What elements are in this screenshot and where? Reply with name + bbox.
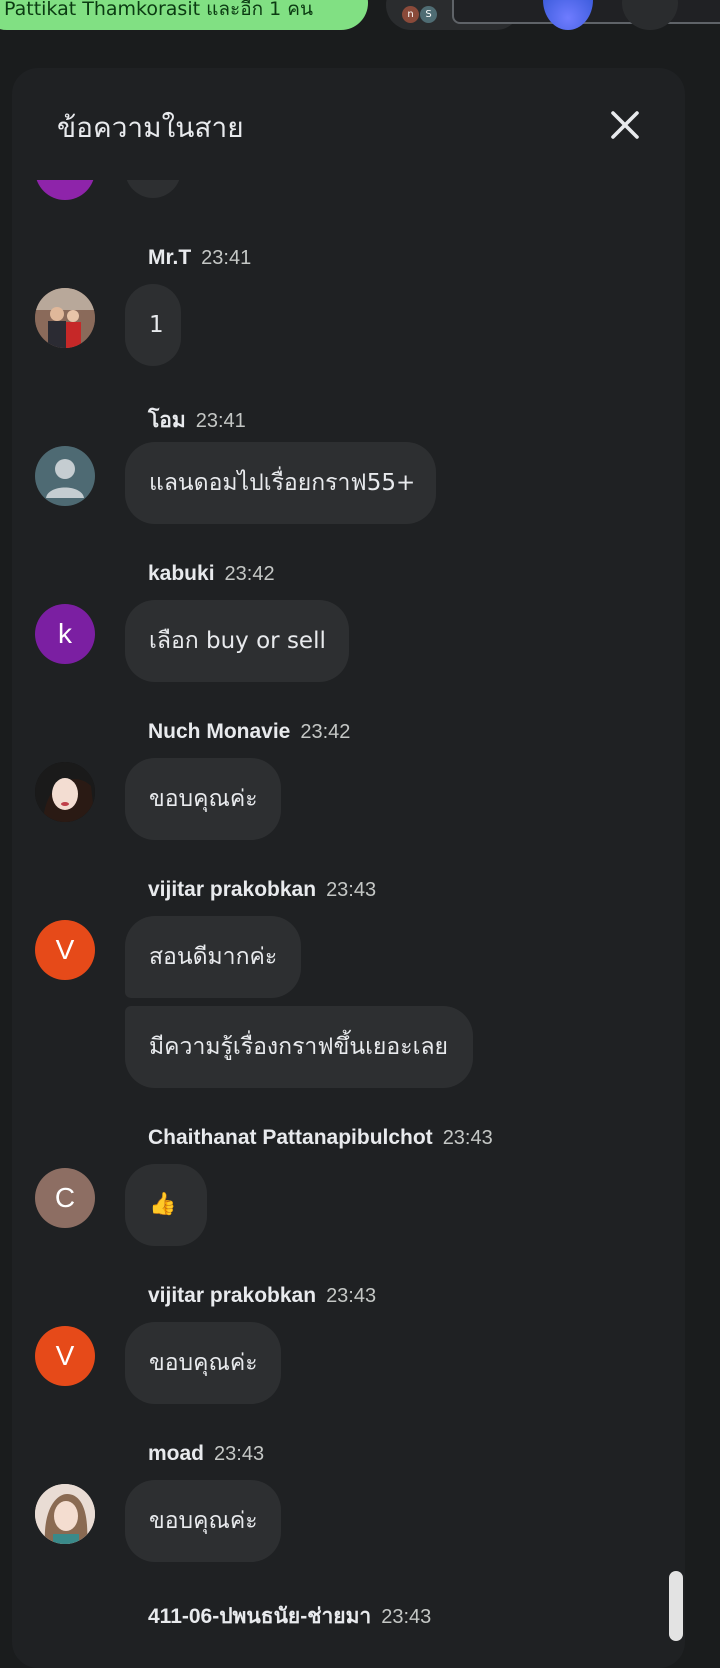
message-time: 23:42 — [224, 563, 275, 585]
close-icon — [611, 111, 639, 139]
gemini-orb-icon[interactable] — [543, 0, 593, 30]
panel-header: ข้อความในสาย — [12, 68, 685, 180]
sender-line: kabuki 23:42 — [148, 562, 275, 586]
message-time: 23:43 — [381, 1606, 432, 1628]
message-bubble: เลือก buy or sell — [125, 600, 349, 682]
message-time: 23:41 — [201, 247, 252, 269]
participant-toast: Pattikat Thamkorasit และอีก 1 คน — [0, 0, 368, 30]
avatar: C — [35, 1168, 95, 1228]
message-list[interactable]: G 1 Mr.T23:41 1 โอม23 — [12, 180, 685, 1668]
sender-line: Chaithanat Pattanapibulchot 23:43 — [148, 1126, 493, 1150]
avatar: G — [35, 180, 95, 200]
avatar: V — [35, 1326, 95, 1386]
sender-line: vijitar prakobkan 23:43 — [148, 1284, 376, 1308]
default-person-icon — [35, 446, 95, 506]
message-bubble: ขอบคุณค่ะ — [125, 1322, 281, 1404]
sender-line: โอม 23:41 — [148, 404, 246, 437]
sender-name: Nuch Monavie — [148, 720, 291, 743]
meeting-top-bar: Pattikat Thamkorasit และอีก 1 คน n S — [0, 0, 720, 34]
avatar: k — [35, 604, 95, 664]
participant-mini-avatar: n — [402, 6, 419, 23]
sender-name: moad — [148, 1442, 205, 1465]
panel-title: ข้อความในสาย — [57, 111, 244, 144]
message-bubble: ขอบคุณค่ะ — [125, 758, 281, 840]
message-bubble: 1 — [125, 180, 181, 198]
sender-line: vijitar prakobkan 23:43 — [148, 878, 376, 902]
sender-line: Nuch Monavie 23:42 — [148, 720, 350, 744]
message-time: 23:43 — [326, 1285, 377, 1307]
sender-line: moad 23:43 — [148, 1442, 264, 1466]
sender-name: Chaithanat Pattanapibulchot — [148, 1126, 433, 1149]
message-time: 23:41 — [195, 410, 246, 432]
sender-name: vijitar prakobkan — [148, 1284, 317, 1307]
top-circle-button[interactable] — [622, 0, 678, 30]
message-bubble: 1 — [125, 284, 181, 366]
message-bubble: 👍 — [125, 1164, 207, 1246]
message-time: 23:43 — [214, 1443, 265, 1465]
avatar: V — [35, 920, 95, 980]
message-bubble: แลนดอมไปเรื่อยกราฟ55+ — [125, 442, 436, 524]
message-time: 23:43 — [442, 1127, 493, 1149]
participant-mini-avatar: S — [420, 6, 437, 23]
sender-name: 411-06-ปพนธนัย-ช่ายมา — [148, 1605, 372, 1628]
message-bubble: มีความรู้เรื่องกราฟขึ้นเยอะเลย — [125, 1006, 473, 1088]
in-call-messages-panel: ข้อความในสาย G 1 Mr.T 23:41 — [12, 68, 685, 1668]
avatar-photo — [35, 762, 95, 822]
avatar-photo — [35, 1484, 95, 1544]
message-bubble: สอนดีมากค่ะ — [125, 916, 301, 998]
avatar-photo — [35, 288, 95, 348]
close-button[interactable] — [604, 104, 646, 146]
sender-line: Mr.T 23:41 — [148, 246, 251, 270]
sender-line: 411-06-ปพนธนัย-ช่ายมา 23:43 — [148, 1600, 431, 1633]
sender-name: kabuki — [148, 562, 215, 585]
message-time: 23:42 — [300, 721, 351, 743]
sender-name: โอม — [148, 409, 186, 432]
message-time: 23:43 — [326, 879, 377, 901]
sender-name: vijitar prakobkan — [148, 878, 317, 901]
message-bubble: ขอบคุณค่ะ — [125, 1480, 281, 1562]
sender-name: Mr.T — [148, 246, 192, 269]
